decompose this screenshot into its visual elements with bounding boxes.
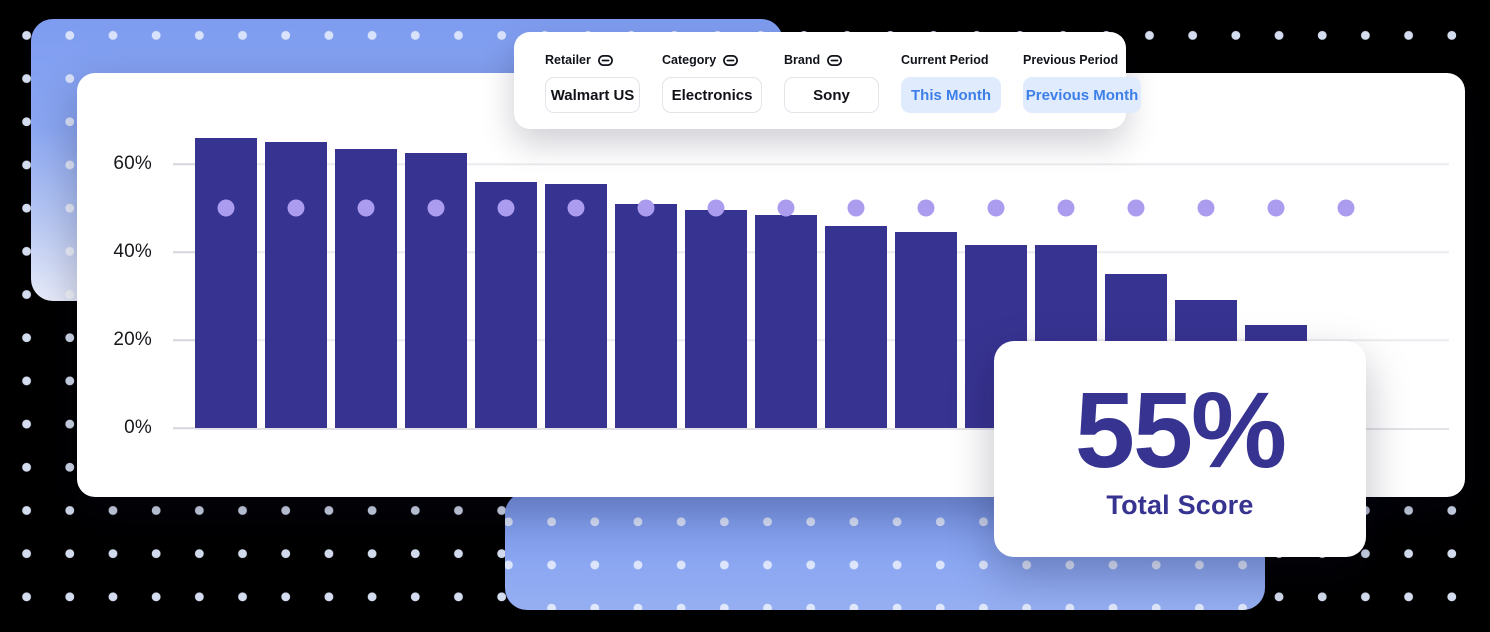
- filter-value-retailer[interactable]: Walmart US: [545, 77, 640, 113]
- filter-label-current: Current Period: [901, 53, 1001, 67]
- scatter-point[interactable]: [357, 199, 375, 217]
- link-icon[interactable]: [597, 54, 613, 66]
- scatter-point[interactable]: [1127, 199, 1145, 217]
- filter-label-text: Retailer: [545, 53, 591, 67]
- y-axis-tick-label: 0%: [124, 417, 152, 438]
- scatter-point[interactable]: [637, 199, 655, 217]
- filter-label-previous: Previous Period: [1023, 53, 1141, 67]
- link-icon[interactable]: [827, 54, 843, 66]
- scatter-point[interactable]: [287, 199, 305, 217]
- scatter-point[interactable]: [777, 199, 795, 217]
- filter-value-category[interactable]: Electronics: [662, 77, 762, 113]
- filters-card: Retailer Walmart US Category Electronics Bra…: [514, 32, 1141, 129]
- bar[interactable]: [615, 203, 677, 428]
- y-axis-tick-mark: [173, 163, 195, 165]
- filter-label-category: Category: [662, 53, 762, 67]
- filter-group-current: Current Period This Month: [901, 53, 1001, 113]
- y-axis-tick-label: 20%: [113, 329, 152, 350]
- filter-label-text: Brand: [784, 53, 821, 67]
- y-axis-tick-mark: [173, 251, 195, 253]
- filter-group-brand: Brand Sony: [784, 53, 879, 113]
- bar[interactable]: [265, 142, 327, 428]
- bar[interactable]: [545, 183, 607, 428]
- y-axis-tick-mark: [173, 339, 195, 341]
- scatter-point[interactable]: [1197, 199, 1215, 217]
- score-value: 55%: [1074, 368, 1287, 490]
- filter-value-brand[interactable]: Sony: [784, 77, 879, 113]
- scatter-point[interactable]: [567, 199, 585, 217]
- bar[interactable]: [755, 214, 817, 428]
- filter-label-text: Category: [662, 53, 717, 67]
- filter-label-text: Current Period: [901, 53, 989, 67]
- score-label: Total Score: [1106, 490, 1254, 521]
- scatter-point[interactable]: [707, 199, 725, 217]
- y-axis-tick-label: 40%: [113, 241, 152, 262]
- scatter-point[interactable]: [987, 199, 1005, 217]
- bar[interactable]: [685, 210, 747, 428]
- filter-label-text: Previous Period: [1023, 53, 1119, 67]
- bar[interactable]: [475, 181, 537, 428]
- bar[interactable]: [405, 153, 467, 428]
- filter-group-previous: Previous Period Previous Month: [1023, 53, 1141, 113]
- total-score-card: 55% Total Score: [994, 341, 1366, 557]
- filter-label-retailer: Retailer: [545, 53, 640, 67]
- bar[interactable]: [825, 225, 887, 428]
- scatter-point[interactable]: [917, 199, 935, 217]
- scatter-point[interactable]: [1267, 199, 1285, 217]
- scatter-point[interactable]: [427, 199, 445, 217]
- filter-value-previous[interactable]: Previous Month: [1023, 77, 1141, 113]
- filter-group-category: Category Electronics: [662, 53, 762, 113]
- bar[interactable]: [895, 232, 957, 428]
- y-axis-tick-mark: [173, 427, 195, 429]
- y-axis-tick-label: 60%: [113, 153, 152, 174]
- scatter-point[interactable]: [497, 199, 515, 217]
- filter-label-brand: Brand: [784, 53, 879, 67]
- bar[interactable]: [195, 137, 257, 428]
- link-icon[interactable]: [723, 54, 739, 66]
- scatter-point[interactable]: [1057, 199, 1075, 217]
- bar[interactable]: [335, 148, 397, 428]
- scatter-point[interactable]: [1337, 199, 1355, 217]
- filter-value-current[interactable]: This Month: [901, 77, 1001, 113]
- scatter-point[interactable]: [847, 199, 865, 217]
- scatter-point[interactable]: [217, 199, 235, 217]
- filter-group-retailer: Retailer Walmart US: [545, 53, 640, 113]
